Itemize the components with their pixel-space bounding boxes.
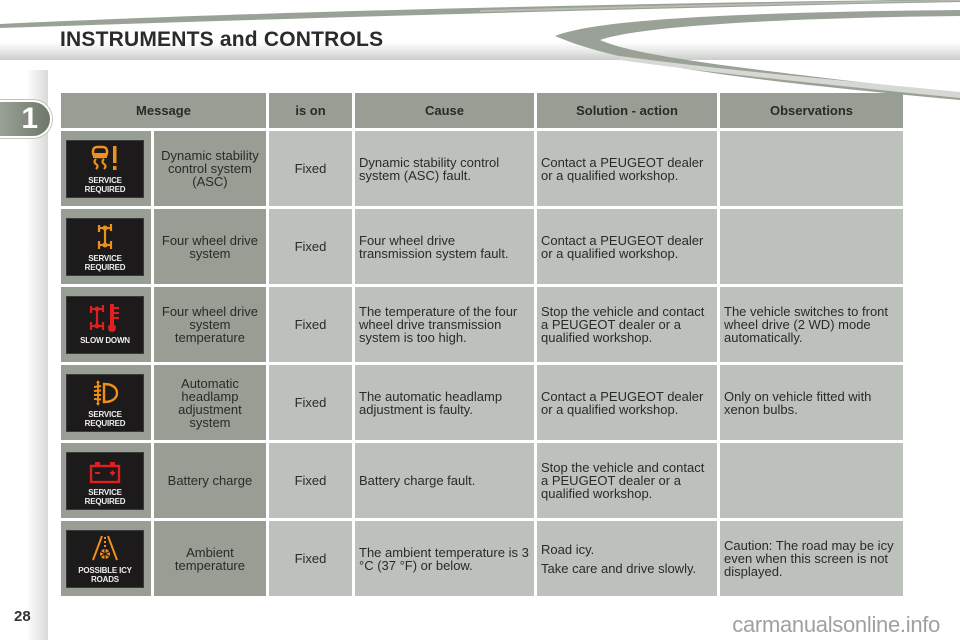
cause-text: The ambient temperature is 3 °C (37 °F) … [355, 521, 534, 596]
cause-text: The automatic headlamp adjustment is fau… [355, 365, 534, 440]
solution-text: Stop the vehicle and contact a PEUGEOT d… [537, 287, 717, 362]
table-row: SERVICE REQUIRED Automatic headlamp adju… [61, 365, 903, 440]
table-row: POSSIBLE ICY ROADS Ambient temperature F… [61, 521, 903, 596]
dynamic-stability-warning-icon [91, 145, 117, 170]
solution-text: Contact a PEUGEOT dealer or a qualified … [537, 365, 717, 440]
solution-text: Contact a PEUGEOT dealer or a qualified … [537, 209, 717, 284]
icy-road-icon [92, 535, 118, 560]
observations-text: The vehicle switches to front wheel driv… [720, 287, 903, 362]
message-name: Ambient temperature [153, 521, 266, 596]
battery-icon [89, 461, 121, 483]
message-name: Dynamic stability control system (ASC) [153, 131, 266, 206]
watermark: carmanualsonline.info [732, 612, 940, 637]
warning-display-cell: SERVICE REQUIRED [61, 443, 151, 518]
page-title: INSTRUMENTS and CONTROLS [60, 28, 384, 51]
is-on-value: Fixed [269, 131, 352, 206]
observations-text [720, 209, 903, 284]
headlamp-adjustment-icon [93, 379, 119, 406]
message-name: Battery charge [153, 443, 266, 518]
solution-text: Road icy. Take care and drive slowly. [537, 521, 717, 596]
message-name: Four wheel drive system [153, 209, 266, 284]
table-row: SERVICE REQUIRED Dynamic stability contr… [61, 131, 903, 206]
warning-display-cell: SERVICE REQUIRED [61, 131, 151, 206]
cause-text: Four wheel drive transmission system fau… [355, 209, 534, 284]
warning-display: SLOW DOWN [66, 295, 144, 354]
four-wheel-drive-temperature-icon [89, 303, 119, 332]
table-header-row: Message is on Cause Solution - action Ob… [61, 93, 903, 128]
warning-messages-table: Message is on Cause Solution - action Ob… [58, 90, 906, 599]
warning-display: SERVICE REQUIRED [66, 451, 144, 510]
warning-display-cell: SLOW DOWN [61, 287, 151, 362]
warning-display: SERVICE REQUIRED [66, 139, 144, 198]
is-on-value: Fixed [269, 443, 352, 518]
warning-display: POSSIBLE ICY ROADS [66, 529, 144, 588]
warning-display-cell: POSSIBLE ICY ROADS [61, 521, 151, 596]
observations-text: Caution: The road may be icy even when t… [720, 521, 903, 596]
is-on-value: Fixed [269, 365, 352, 440]
table-row: SLOW DOWN Four wheel drive system temper… [61, 287, 903, 362]
display-label: SERVICE REQUIRED [84, 175, 126, 194]
observations-text [720, 443, 903, 518]
display-label: SERVICE REQUIRED [84, 487, 126, 506]
cause-text: The temperature of the four wheel drive … [355, 287, 534, 362]
table-row: SERVICE REQUIRED Battery charge Fixed Ba… [61, 443, 903, 518]
solution-text: Contact a PEUGEOT dealer or a qualified … [537, 131, 717, 206]
message-name: Four wheel drive system temperature [153, 287, 266, 362]
header-cause: Cause [355, 93, 534, 128]
warning-display: SERVICE REQUIRED [66, 373, 144, 432]
display-label: SERVICE REQUIRED [84, 409, 126, 428]
is-on-value: Fixed [269, 521, 352, 596]
chapter-tab[interactable]: 1 [0, 100, 52, 138]
observations-text: Only on vehicle fitted with xenon bulbs. [720, 365, 903, 440]
cause-text: Dynamic stability control system (ASC) f… [355, 131, 534, 206]
is-on-value: Fixed [269, 287, 352, 362]
warning-display: SERVICE REQUIRED [66, 217, 144, 276]
chapter-number: 1 [21, 102, 38, 135]
observations-text [720, 131, 903, 206]
display-label: SERVICE REQUIRED [84, 253, 126, 272]
header-solution-action: Solution - action [537, 93, 717, 128]
table-row: SERVICE REQUIRED Four wheel drive system… [61, 209, 903, 284]
header-message: Message [61, 93, 266, 128]
margin-strip [26, 70, 48, 640]
four-wheel-drive-icon [97, 223, 113, 249]
solution-text: Stop the vehicle and contact a PEUGEOT d… [537, 443, 717, 518]
cause-text: Battery charge fault. [355, 443, 534, 518]
header-is-on: is on [269, 93, 352, 128]
display-label: POSSIBLE ICY ROADS [78, 565, 132, 584]
message-name: Automatic headlamp adjustment system [153, 365, 266, 440]
is-on-value: Fixed [269, 209, 352, 284]
header-observations: Observations [720, 93, 903, 128]
warning-display-cell: SERVICE REQUIRED [61, 209, 151, 284]
warning-display-cell: SERVICE REQUIRED [61, 365, 151, 440]
page-number: 28 [14, 608, 31, 625]
display-label: SLOW DOWN [80, 335, 130, 345]
